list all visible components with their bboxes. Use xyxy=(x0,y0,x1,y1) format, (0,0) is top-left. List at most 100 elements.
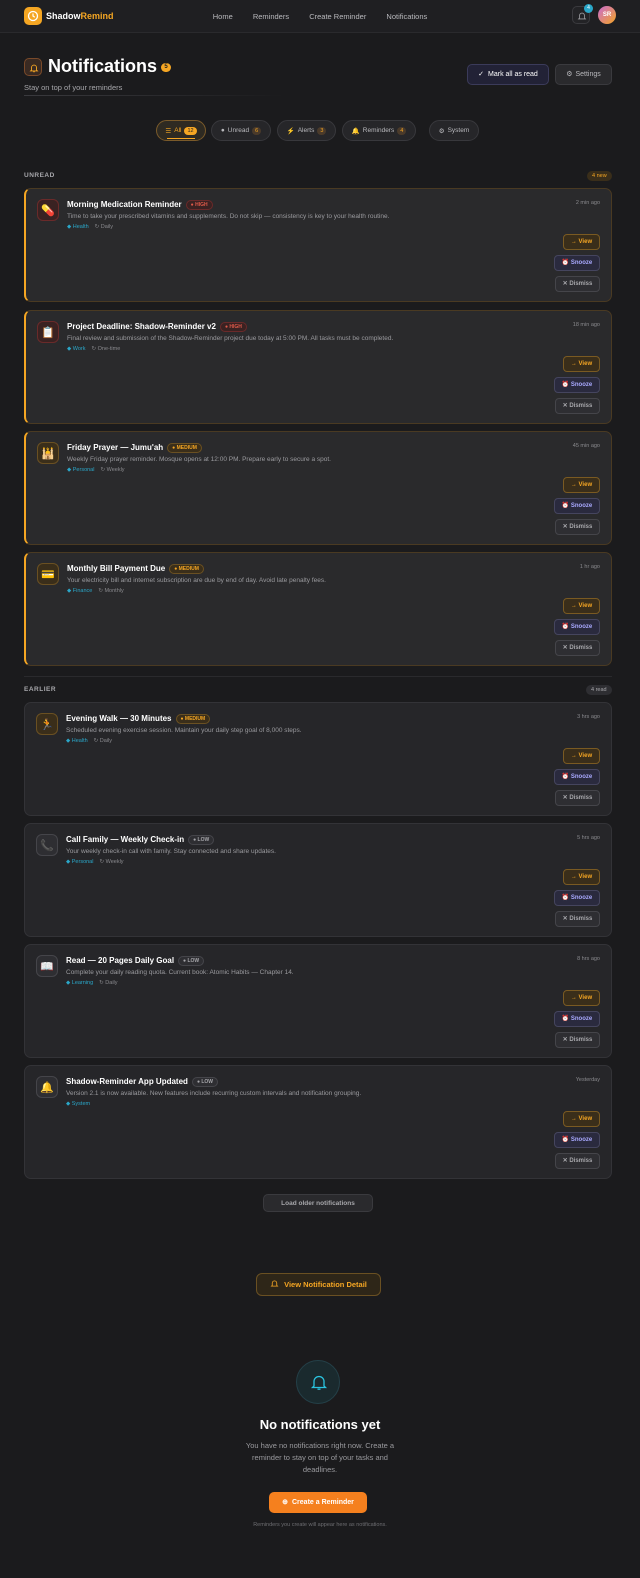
notification-card[interactable]: 📖 Read — 20 Pages Daily Goal ● LOW 8 hrs … xyxy=(24,944,612,1058)
view-notification-detail-button[interactable]: View Notification Detail xyxy=(256,1273,381,1296)
notification-meta: ◆ Personal ↻ Weekly xyxy=(66,859,124,865)
dismiss-button[interactable]: ✕ Dismiss xyxy=(555,276,600,292)
notification-time: 2 min ago xyxy=(575,200,600,206)
view-button[interactable]: → View xyxy=(563,1111,600,1127)
priority-badge: ● HIGH xyxy=(219,322,247,332)
notification-description: Time to take your prescribed vitamins an… xyxy=(67,213,390,220)
snooze-button[interactable]: ⏰ Snooze xyxy=(554,498,600,514)
view-button[interactable]: → View xyxy=(563,990,600,1006)
tab-unread[interactable]: ● Unread 6 xyxy=(211,120,271,141)
empty-bell-icon xyxy=(296,1360,340,1404)
nav-link-create-reminder[interactable]: Create Reminder xyxy=(309,12,366,21)
book-icon: 📖 xyxy=(36,955,58,977)
tab-reminders-count: 4 xyxy=(397,126,407,135)
tab-all[interactable]: ☰ All 12 xyxy=(156,120,206,141)
tab-reminders[interactable]: 🔔 Reminders 4 xyxy=(342,120,416,141)
priority-badge: ● LOW xyxy=(178,956,205,966)
notification-time: Yesterday xyxy=(575,1077,600,1083)
notification-time: 8 hrs ago xyxy=(577,956,600,962)
tab-unread-count: 6 xyxy=(252,126,262,135)
user-avatar[interactable]: SR xyxy=(598,6,616,24)
tab-system[interactable]: ⚙ System xyxy=(429,120,479,141)
category-tag: ◆ Learning xyxy=(66,980,94,986)
phone-icon: 📞 xyxy=(36,834,58,856)
section-divider xyxy=(24,676,612,677)
tab-alerts[interactable]: ⚡ Alerts 3 xyxy=(277,120,336,141)
tab-system-label: System xyxy=(447,127,470,134)
notification-meta: ◆ Health ↻ Daily xyxy=(67,224,113,230)
category-tag: ◆ Personal xyxy=(66,859,94,865)
view-button[interactable]: → View xyxy=(563,869,600,885)
nav-link-reminders[interactable]: Reminders xyxy=(253,12,289,21)
snooze-button[interactable]: ⏰ Snooze xyxy=(554,769,600,785)
priority-badge: ● MEDIUM xyxy=(169,564,204,574)
dismiss-button[interactable]: ✕ Dismiss xyxy=(555,519,600,535)
notification-title: Project Deadline: Shadow-Reminder v2 xyxy=(67,322,216,331)
notification-description: Your electricity bill and internet subsc… xyxy=(67,577,326,584)
settings-button[interactable]: ⚙ Settings xyxy=(555,64,612,85)
nav-link-home[interactable]: Home xyxy=(213,12,233,21)
dismiss-button[interactable]: ✕ Dismiss xyxy=(555,1153,600,1169)
notification-title-row: Evening Walk — 30 Minutes ● MEDIUM xyxy=(66,714,211,724)
category-tag: ◆ Personal xyxy=(67,467,95,473)
notification-description: Final review and submission of the Shado… xyxy=(67,335,394,342)
notification-time: 18 min ago xyxy=(572,322,600,328)
notification-time: 1 hr ago xyxy=(579,564,600,570)
notification-time: 3 hrs ago xyxy=(577,714,600,720)
notification-meta: ◆ Work ↻ One-time xyxy=(67,346,120,352)
dot-icon: ● xyxy=(220,127,225,134)
runner-icon: 🏃 xyxy=(36,713,58,735)
notification-card[interactable]: 💊 Morning Medication Reminder ● HIGH 2 mi… xyxy=(24,188,612,302)
notification-card[interactable]: 📋 Project Deadline: Shadow-Reminder v2 ● … xyxy=(24,310,612,424)
bell-icon: 🔔 xyxy=(36,1076,58,1098)
notification-description: Weekly Friday prayer reminder. Mosque op… xyxy=(67,456,331,463)
lightning-icon: ⚡ xyxy=(286,127,295,135)
tab-alerts-count: 3 xyxy=(317,126,327,135)
notification-title: Evening Walk — 30 Minutes xyxy=(66,714,172,723)
snooze-button[interactable]: ⏰ Snooze xyxy=(554,377,600,393)
clipboard-icon: 📋 xyxy=(37,321,59,343)
view-button[interactable]: → View xyxy=(563,598,600,614)
tab-all-label: All xyxy=(174,127,182,134)
category-tag: ◆ Health xyxy=(67,224,89,230)
snooze-button[interactable]: ⏰ Snooze xyxy=(554,1132,600,1148)
dismiss-button[interactable]: ✕ Dismiss xyxy=(555,911,600,927)
repeat-tag: ↻ Weekly xyxy=(99,859,124,865)
mark-all-read-button[interactable]: ✓ Mark all as read xyxy=(467,64,549,85)
tab-alerts-label: Alerts xyxy=(297,127,315,134)
gear-icon: ⚙ xyxy=(566,71,573,78)
create-reminder-button[interactable]: ⊕ Create a Reminder xyxy=(269,1492,367,1513)
snooze-button[interactable]: ⏰ Snooze xyxy=(554,619,600,635)
notification-card[interactable]: 🕌 Friday Prayer — Jumu'ah ● MEDIUM 45 min… xyxy=(24,431,612,545)
dismiss-button[interactable]: ✕ Dismiss xyxy=(555,640,600,656)
notification-title: Call Family — Weekly Check-in xyxy=(66,835,185,844)
view-button[interactable]: → View xyxy=(563,356,600,372)
category-tag: ◆ Health xyxy=(66,738,88,744)
notification-title-row: Shadow-Reminder App Updated ● LOW xyxy=(66,1077,219,1087)
dismiss-button[interactable]: ✕ Dismiss xyxy=(555,790,600,806)
snooze-button[interactable]: ⏰ Snooze xyxy=(554,255,600,271)
notification-card[interactable]: 💳 Monthly Bill Payment Due ● MEDIUM 1 hr … xyxy=(24,552,612,666)
snooze-button[interactable]: ⏰ Snooze xyxy=(554,1011,600,1027)
view-button[interactable]: → View xyxy=(563,234,600,250)
view-button[interactable]: → View xyxy=(563,748,600,764)
dismiss-button[interactable]: ✕ Dismiss xyxy=(555,398,600,414)
notification-title: Friday Prayer — Jumu'ah xyxy=(67,443,164,452)
credit-card-icon: 💳 xyxy=(37,563,59,585)
load-older-button[interactable]: Load older notifications xyxy=(263,1194,373,1212)
nav-bell-button[interactable]: 4 xyxy=(572,4,593,24)
snooze-button[interactable]: ⏰ Snooze xyxy=(554,890,600,906)
notification-meta: ◆ System xyxy=(66,1101,90,1107)
notification-title: Shadow-Reminder App Updated xyxy=(66,1077,188,1086)
notification-card[interactable]: 🔔 Shadow-Reminder App Updated ● LOW Yeste… xyxy=(24,1065,612,1179)
repeat-tag: ↻ Daily xyxy=(93,738,113,744)
nav-link-notifications[interactable]: Notifications xyxy=(386,12,427,21)
notification-card[interactable]: 🏃 Evening Walk — 30 Minutes ● MEDIUM 3 hr… xyxy=(24,702,612,816)
view-notification-detail-label: View Notification Detail xyxy=(284,1280,367,1289)
notification-card[interactable]: 📞 Call Family — Weekly Check-in ● LOW 5 h… xyxy=(24,823,612,937)
tab-all-count: 12 xyxy=(184,126,197,135)
view-button[interactable]: → View xyxy=(563,477,600,493)
notification-title-row: Morning Medication Reminder ● HIGH xyxy=(67,200,213,210)
section-label-earlier: EARLIER xyxy=(24,686,57,693)
dismiss-button[interactable]: ✕ Dismiss xyxy=(555,1032,600,1048)
